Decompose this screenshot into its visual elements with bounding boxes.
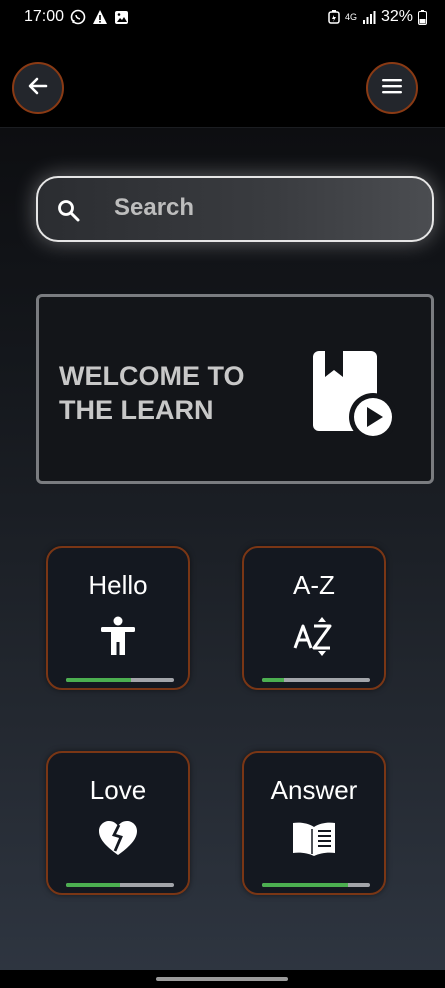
gallery-icon [114,10,129,25]
lesson-card-hello[interactable]: Hello [46,546,190,690]
back-button[interactable] [12,62,64,114]
warning-icon [92,9,108,25]
home-indicator[interactable] [156,977,288,981]
card-title: A-Z [293,570,335,600]
system-nav-bar [0,970,445,988]
signal-icon [362,10,376,24]
menu-button[interactable] [366,62,418,114]
welcome-banner[interactable]: WELCOME TO THE LEARN [36,294,434,484]
card-title: Love [89,775,147,805]
whatsapp-icon [70,9,86,25]
sort-az-icon [292,616,336,661]
search-icon [56,198,82,229]
open-book-icon [291,821,337,862]
card-title: Hello [88,570,148,600]
app-bar [0,34,445,128]
battery-percent: 32% [380,8,413,25]
lesson-card-answer[interactable]: Answer [242,751,386,895]
battery-saver-icon [328,10,340,24]
progress-bar [66,678,174,682]
lesson-card-a-z[interactable]: A-Z [242,546,386,690]
search-input[interactable]: Search [114,194,194,222]
bookmark-book-play-icon [307,347,397,442]
progress-fill [262,678,284,682]
welcome-title: WELCOME TO THE LEARN [59,361,245,425]
progress-fill [66,883,120,887]
battery-icon [418,9,427,25]
arrow-left-icon [27,75,49,102]
person-standing-icon [100,616,136,661]
card-title: Answer [270,775,358,805]
progress-fill [66,678,131,682]
progress-bar [262,883,370,887]
main-content: Search WELCOME TO THE LEARN Hello A-Z Lo… [0,128,445,970]
status-bar: 17:00 4G 32% [0,0,445,34]
status-time: 17:00 [24,8,65,25]
progress-fill [262,883,349,887]
network-type: 4G [344,11,357,22]
lesson-card-love[interactable]: Love [46,751,190,895]
hamburger-menu-icon [381,77,403,100]
broken-heart-icon [98,821,138,862]
progress-bar [66,883,174,887]
progress-bar [262,678,370,682]
search-bar[interactable]: Search [36,176,434,242]
